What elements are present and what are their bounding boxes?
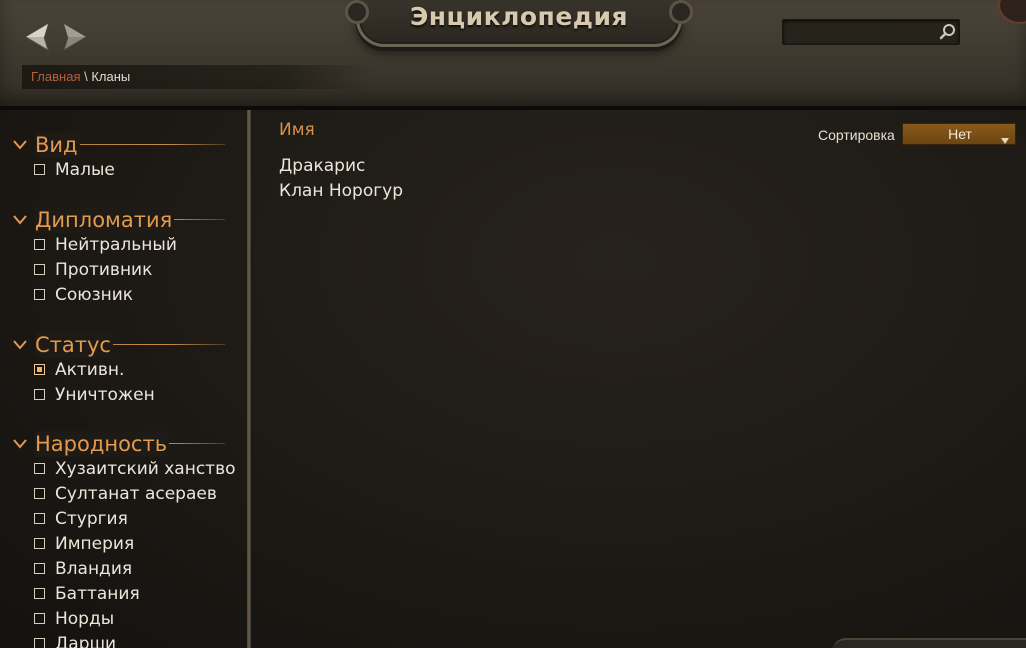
checkbox[interactable] [34,389,45,400]
filter-item-label: Вландия [55,559,133,579]
filter-group-header[interactable]: Народность [0,431,247,457]
filter-sidebar: Вид Малые Дипломатия Нейтральный Противн… [0,110,247,648]
checkbox[interactable] [34,588,45,599]
chevron-down-icon [13,338,27,350]
sort-selected-value: Нет [948,126,972,142]
breadcrumb-separator: \ [84,69,88,84]
filter-item-label: Хузаитский ханство [55,459,236,479]
results-panel: Имя Сортировка Нет Дракарис Клан Норогур [251,110,1026,648]
decorative-knob-icon [345,0,369,24]
checkbox[interactable] [34,538,45,549]
back-arrow-icon[interactable] [24,22,52,52]
filter-item-label: Малые [55,160,115,180]
filter-item-neutral[interactable]: Нейтральный [0,233,247,258]
sort-dropdown[interactable]: Нет [902,123,1016,145]
filter-item-label: Империя [55,534,135,554]
filter-item-label: Дарши [55,634,117,648]
results-list: Дракарис Клан Норогур [279,154,403,204]
checkbox[interactable] [34,638,45,648]
checkbox[interactable] [34,513,45,524]
close-button[interactable] [998,0,1026,24]
filter-item-empire[interactable]: Империя [0,532,247,557]
filter-group-title: Дипломатия [35,207,175,233]
chevron-down-icon [13,138,27,150]
filter-item-label: Противник [55,260,153,280]
filter-item-label: Норды [55,609,115,629]
filter-item-ally[interactable]: Союзник [0,283,247,308]
search-box [782,19,960,45]
breadcrumb: Главная \ Кланы [22,65,372,89]
decorative-frame-corner [832,638,1026,648]
chevron-down-icon [13,213,27,225]
filter-group-status: Статус Активн. Уничтожен [0,332,247,408]
filter-item-label: Уничтожен [55,385,155,405]
sort-label: Сортировка [818,127,895,143]
filter-item-label: Активн. [55,360,125,380]
search-input[interactable] [789,23,929,41]
checkbox[interactable] [34,563,45,574]
filter-item-battania[interactable]: Баттания [0,582,247,607]
breadcrumb-current: Кланы [91,69,131,84]
chevron-down-icon [13,437,27,449]
filter-group-type: Вид Малые [0,132,247,183]
checkbox[interactable] [34,488,45,499]
filter-item-nords[interactable]: Норды [0,607,247,632]
checkbox[interactable] [34,239,45,250]
filter-group-title: Народность [35,431,170,457]
filter-item-label: Стургия [55,509,128,529]
filter-group-header[interactable]: Дипломатия [0,207,247,233]
encyclopedia-window: Энциклопедия Главная \ Кланы Вид Малые Д… [0,0,1026,648]
checkbox[interactable] [34,164,45,175]
filter-item-label: Баттания [55,584,140,604]
filter-group-title: Вид [35,132,80,158]
list-item[interactable]: Дракарис [279,154,403,179]
name-column-header[interactable]: Имя [279,120,315,140]
filter-group-culture: Народность Хузаитский ханство Султанат а… [0,431,247,648]
filter-item-active[interactable]: Активн. [0,358,247,383]
filter-item-small[interactable]: Малые [0,158,247,183]
filter-item-vlandia[interactable]: Вландия [0,557,247,582]
header-bar: Энциклопедия Главная \ Кланы [0,0,1026,110]
dropdown-arrow-icon [1001,131,1009,144]
filter-group-title: Статус [35,332,113,358]
filter-item-label: Султанат асераев [55,484,217,504]
filter-item-aserai[interactable]: Султанат асераев [0,482,247,507]
filter-item-khuzait[interactable]: Хузаитский ханство [0,457,247,482]
filter-item-label: Нейтральный [55,235,177,255]
title-plate: Энциклопедия [345,0,693,47]
list-item[interactable]: Клан Норогур [279,179,403,204]
filter-item-sturgia[interactable]: Стургия [0,507,247,532]
breadcrumb-home-link[interactable]: Главная [31,69,80,84]
filter-item-darshi[interactable]: Дарши [0,632,247,648]
filter-group-header[interactable]: Статус [0,332,247,358]
checkbox[interactable] [34,463,45,474]
checkbox[interactable] [34,289,45,300]
filter-group-diplomacy: Дипломатия Нейтральный Противник Союзник [0,207,247,308]
checkbox-checked[interactable] [34,364,45,375]
checkbox[interactable] [34,264,45,275]
page-title: Энциклопедия [409,2,629,31]
checkbox[interactable] [34,613,45,624]
filter-item-destroyed[interactable]: Уничтожен [0,383,247,408]
filter-group-header[interactable]: Вид [0,132,247,158]
decorative-knob-icon [669,0,693,24]
filter-item-enemy[interactable]: Противник [0,258,247,283]
forward-arrow-icon[interactable] [60,22,88,52]
filter-item-label: Союзник [55,285,134,305]
search-icon[interactable] [939,23,957,41]
